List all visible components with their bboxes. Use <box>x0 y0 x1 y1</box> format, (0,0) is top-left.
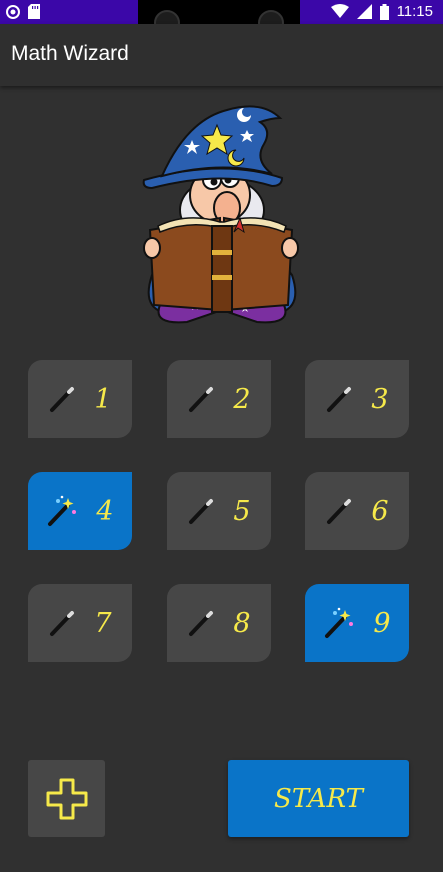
signal-icon <box>356 4 372 19</box>
wand-icon <box>50 611 75 636</box>
tile-number: 1 <box>94 383 112 415</box>
tile-number: 4 <box>96 495 114 527</box>
level-tile-8[interactable]: 8 <box>167 584 271 662</box>
magic-wand-sparkle-icon <box>325 607 354 638</box>
tile-number: 5 <box>233 495 251 527</box>
level-tile-2[interactable]: 2 <box>167 360 271 438</box>
notification-dot-icon <box>6 4 20 19</box>
start-button[interactable]: START <box>228 760 409 837</box>
sd-card-icon <box>28 4 40 19</box>
magic-wand-sparkle-icon <box>48 495 77 526</box>
level-tile-4[interactable]: 4 <box>28 472 132 550</box>
plus-icon <box>46 778 87 819</box>
status-time: 11:15 <box>396 3 433 20</box>
tile-number: 6 <box>371 495 389 527</box>
tile-number: 3 <box>371 383 389 415</box>
tile-number: 7 <box>94 607 112 639</box>
level-tile-3[interactable]: 3 <box>305 360 409 438</box>
add-button[interactable] <box>28 760 105 837</box>
level-tile-5[interactable]: 5 <box>167 472 271 550</box>
wizard-illustration <box>142 105 299 324</box>
level-tile-1[interactable]: 1 <box>28 360 132 438</box>
level-tile-9[interactable]: 9 <box>305 584 409 662</box>
tile-number: 8 <box>233 607 251 639</box>
wand-icon <box>50 387 75 412</box>
wand-icon <box>189 387 214 412</box>
wand-icon <box>189 611 214 636</box>
level-tile-7[interactable]: 7 <box>28 584 132 662</box>
app-title: Math Wizard <box>11 42 129 65</box>
wand-icon <box>327 499 352 524</box>
tile-number: 2 <box>233 383 251 415</box>
wand-icon <box>189 499 214 524</box>
level-tile-6[interactable]: 6 <box>305 472 409 550</box>
wifi-icon <box>330 4 349 18</box>
tile-number: 9 <box>373 607 391 639</box>
wand-icon <box>327 387 352 412</box>
battery-icon <box>379 3 389 20</box>
app-bar: Math Wizard <box>0 24 443 86</box>
start-button-label: START <box>274 783 363 814</box>
